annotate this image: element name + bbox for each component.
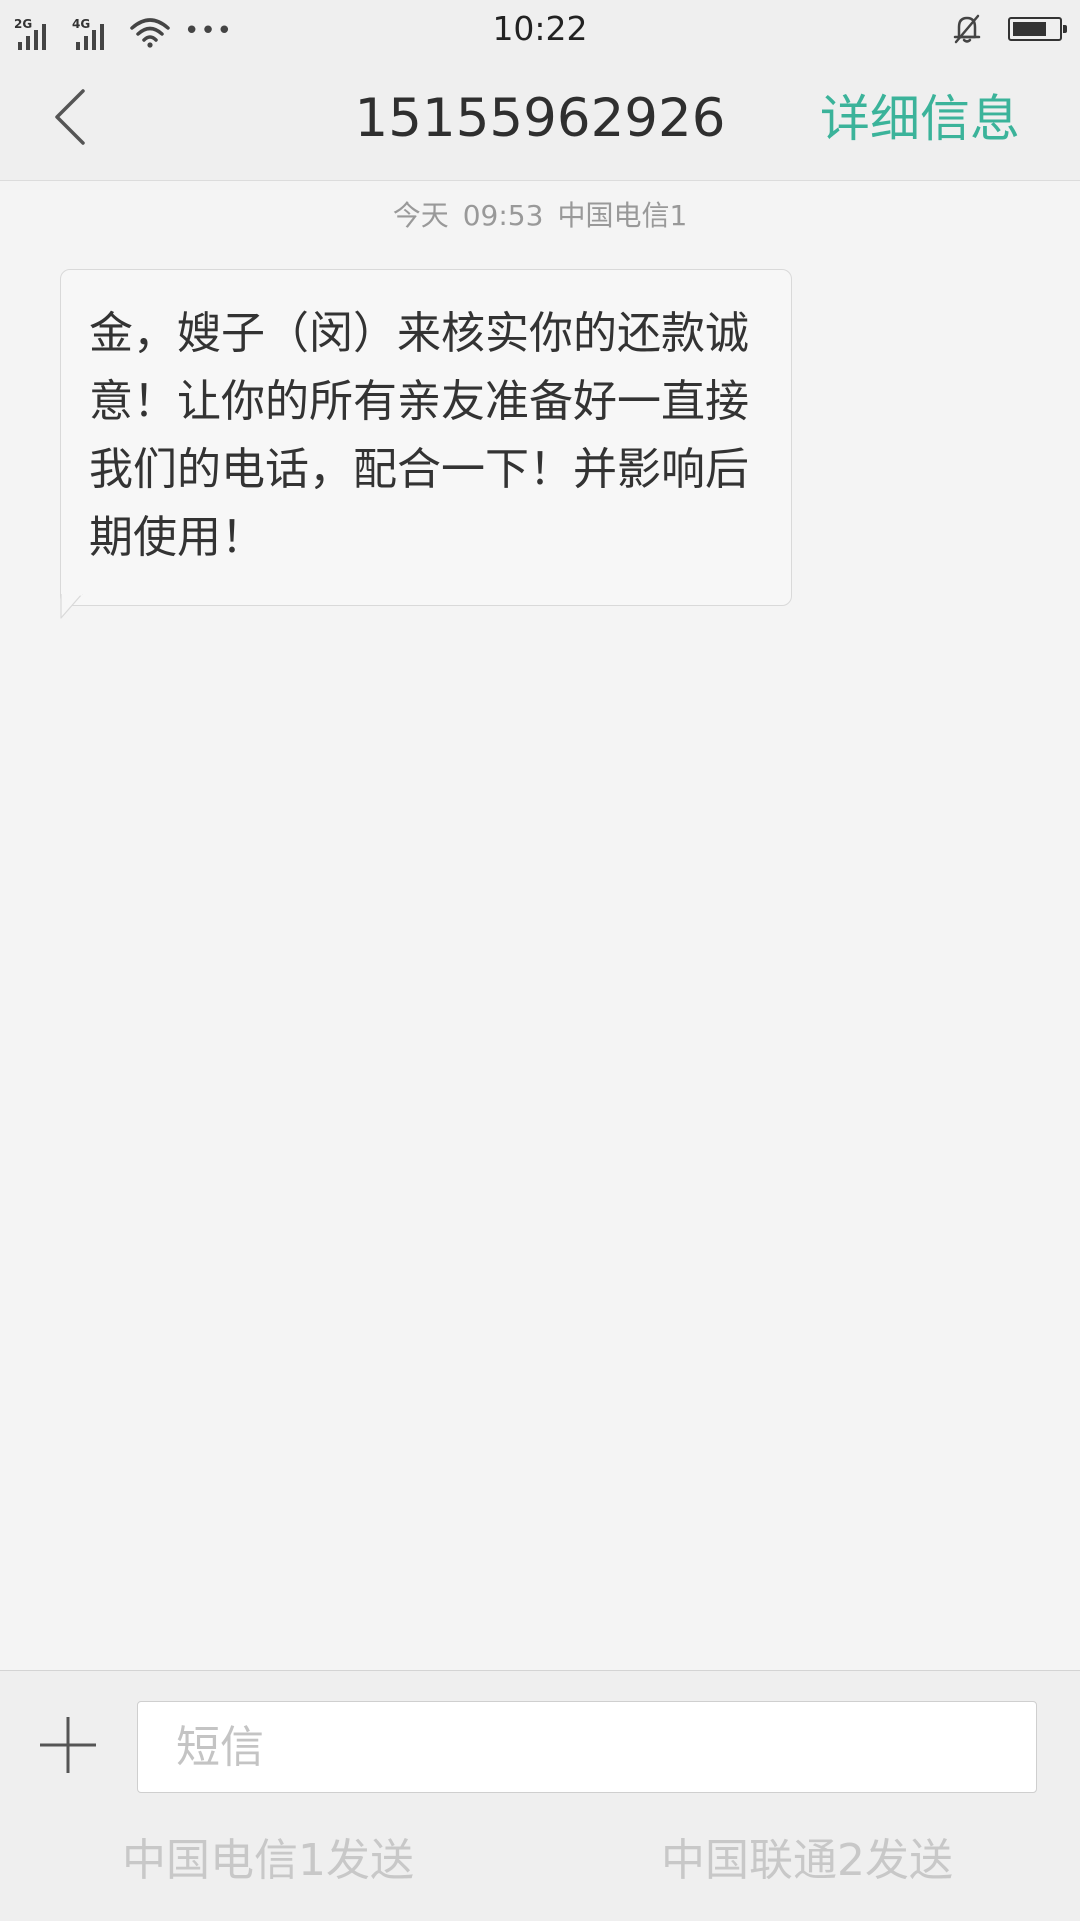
send-buttons-row: 中国电信1发送 中国联通2发送 <box>0 1821 1080 1901</box>
send-sim2-button[interactable]: 中国联通2发送 <box>661 1821 953 1901</box>
message-input[interactable] <box>137 1701 1037 1793</box>
details-button[interactable]: 详细信息 <box>820 86 1020 152</box>
status-bar: 2G 4G ••• 10:22 <box>0 0 1080 58</box>
status-right-group <box>950 12 1067 46</box>
status-time: 10:22 <box>492 9 588 48</box>
send-sim1-button[interactable]: 中国电信1发送 <box>122 1821 414 1901</box>
timestamp-day: 今天 <box>392 199 449 232</box>
conversation-header: 15155962926 详细信息 <box>0 58 1080 181</box>
timestamp-time: 09:53 <box>462 199 544 232</box>
message-text: 金，嫂子（闵）来核实你的还款诚意！让你的所有亲友准备好一直接我们的电话，配合一下… <box>89 308 749 563</box>
attach-button[interactable] <box>36 1713 100 1777</box>
bell-muted-icon <box>953 14 981 44</box>
timestamp-carrier: 中国电信1 <box>557 199 688 232</box>
battery-icon <box>1008 17 1067 41</box>
bubble-tail <box>60 594 83 619</box>
plus-icon <box>40 1717 96 1773</box>
message-timestamp: 今天 09:53 中国电信1 <box>0 196 1080 236</box>
message-composer: 中国电信1发送 中国联通2发送 <box>0 1670 1080 1921</box>
incoming-message-bubble[interactable]: 金，嫂子（闵）来核实你的还款诚意！让你的所有亲友准备好一直接我们的电话，配合一下… <box>60 269 792 606</box>
